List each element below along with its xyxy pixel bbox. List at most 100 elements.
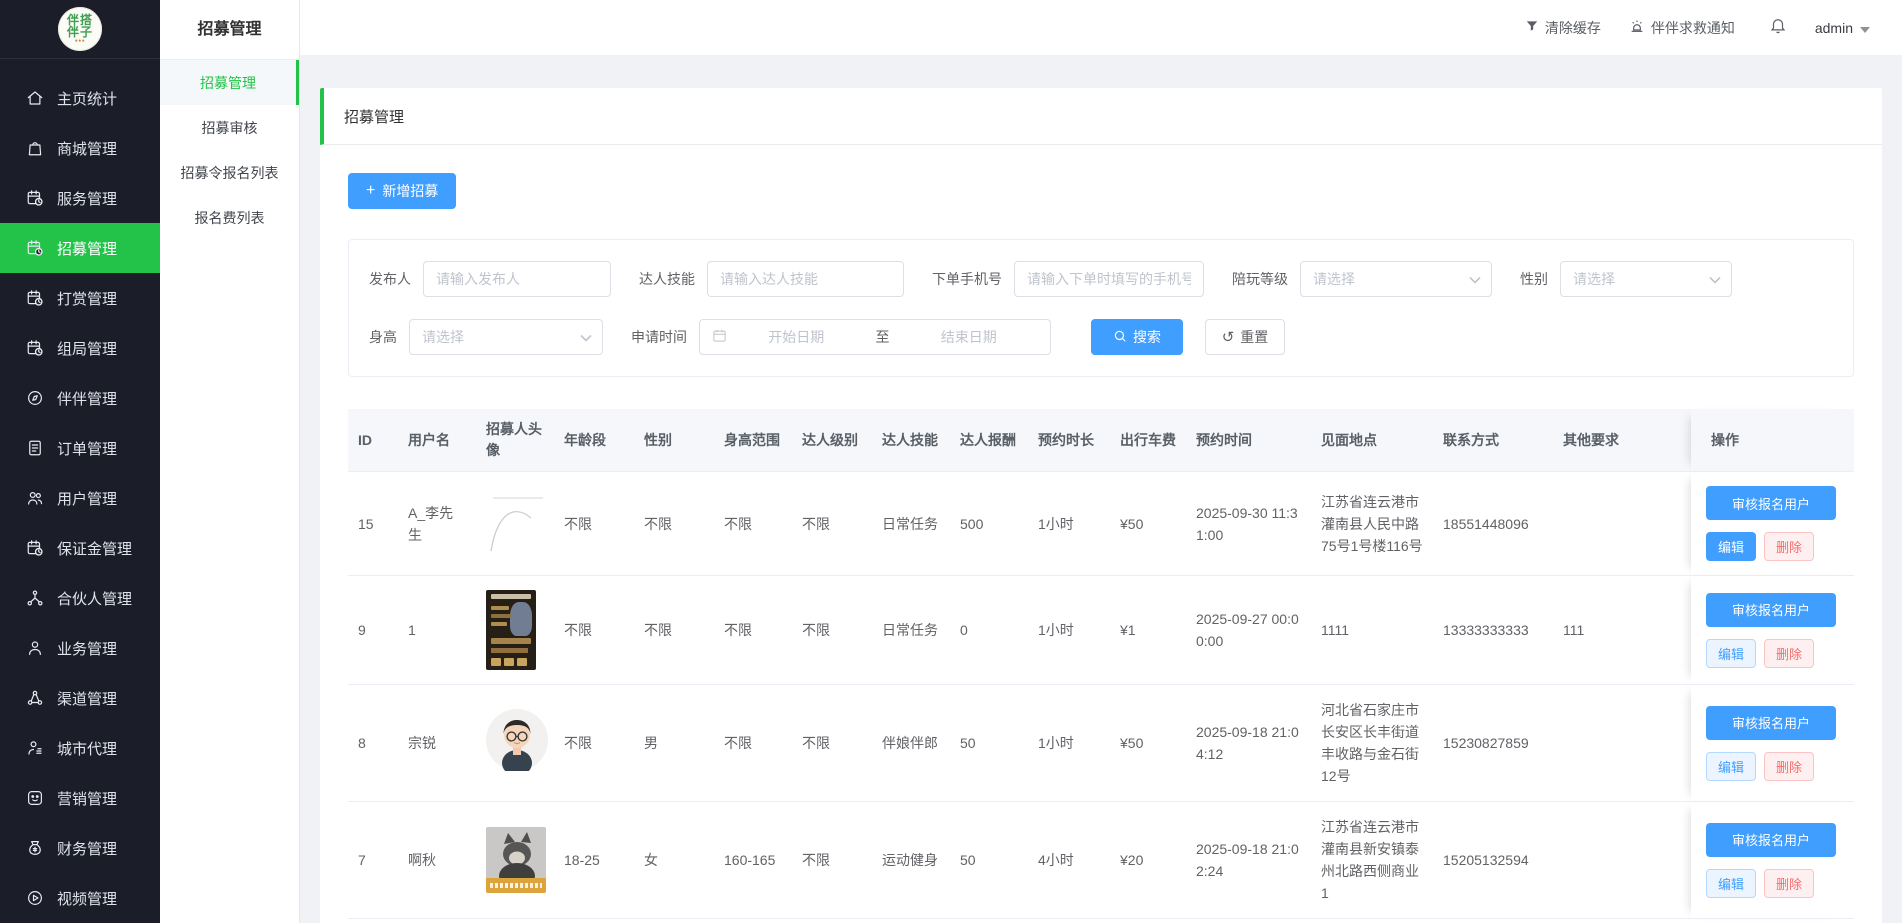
- filter-publisher: 发布人: [369, 261, 611, 297]
- delete-button[interactable]: 删除: [1764, 752, 1814, 781]
- sidebar-item-label: 打赏管理: [57, 288, 117, 309]
- cell-avatar: [476, 802, 554, 919]
- cell-id: 8: [348, 685, 398, 802]
- logo-subtext: ●●●: [75, 39, 86, 44]
- cell-skill: 运动健身: [872, 802, 950, 919]
- date-separator: 至: [866, 327, 900, 347]
- plus-icon: +: [366, 183, 375, 199]
- height-select[interactable]: 请选择: [409, 319, 603, 355]
- cell-time: 2025-09-30 11:31:00: [1186, 472, 1311, 576]
- cell-age: 不限: [554, 685, 634, 802]
- skill-input[interactable]: [707, 261, 904, 297]
- date-range-picker[interactable]: 开始日期 至 结束日期: [699, 319, 1051, 355]
- cell-other: [1553, 472, 1673, 576]
- search-button[interactable]: 搜索: [1091, 319, 1183, 355]
- sidebar-item-渠道管理[interactable]: 渠道管理: [0, 673, 160, 723]
- sidebar-item-label: 用户管理: [57, 488, 117, 509]
- cell-contact: 13333333333: [1433, 576, 1553, 685]
- submenu-item-招募审核[interactable]: 招募审核: [160, 105, 299, 150]
- add-recruit-label: 新增招募: [382, 181, 438, 201]
- clear-cache-button[interactable]: 清除缓存: [1525, 18, 1601, 38]
- notification-bell-icon[interactable]: [1769, 16, 1787, 39]
- search-label: 搜索: [1133, 327, 1161, 347]
- reset-icon: ↺: [1222, 330, 1235, 345]
- sidebar-item-业务管理[interactable]: 业务管理: [0, 623, 160, 673]
- sidebar-item-服务管理[interactable]: 服务管理: [0, 173, 160, 223]
- sidebar-item-商城管理[interactable]: 商城管理: [0, 123, 160, 173]
- cell-skill: 日常任务: [872, 576, 950, 685]
- cell-time: 2025-09-18 21:02:24: [1186, 802, 1311, 919]
- cell-actions: 审核报名用户编辑删除: [1691, 802, 1854, 919]
- filter-row-1: 发布人 达人技能 下单手机号: [369, 261, 1833, 297]
- submenu-item-招募令报名列表[interactable]: 招募令报名列表: [160, 150, 299, 195]
- page-title-bar: 招募管理: [320, 88, 1882, 145]
- column-header: 达人级别: [792, 409, 872, 472]
- delete-button[interactable]: 删除: [1764, 532, 1814, 561]
- publisher-input[interactable]: [423, 261, 611, 297]
- sidebar-item-label: 伴伴管理: [57, 388, 117, 409]
- sidebar-item-订单管理[interactable]: 订单管理: [0, 423, 160, 473]
- start-date-placeholder: 开始日期: [727, 327, 866, 347]
- sidebar: 伴搭 伴子 ●●● 主页统计商城管理服务管理招募管理打赏管理组局管理伴伴管理订单…: [0, 0, 160, 923]
- search-icon: [1113, 329, 1127, 346]
- gender-select[interactable]: 请选择: [1560, 261, 1732, 297]
- sidebar-item-组局管理[interactable]: 组局管理: [0, 323, 160, 373]
- edit-button[interactable]: 编辑: [1706, 869, 1756, 898]
- sidebar-item-label: 合伙人管理: [57, 588, 132, 609]
- order-phone-input[interactable]: [1014, 261, 1204, 297]
- admin-menu[interactable]: admin: [1815, 20, 1870, 36]
- edit-button[interactable]: 编辑: [1706, 639, 1756, 668]
- column-header: 达人技能: [872, 409, 950, 472]
- cell-address: 河北省石家庄市长安区长丰街道丰收路与金石街12号: [1311, 685, 1433, 802]
- sidebar-item-打赏管理[interactable]: 打赏管理: [0, 273, 160, 323]
- table-header-row: ID用户名招募人头像年龄段性别身高范围达人级别达人技能达人报酬预约时长出行车费预…: [348, 409, 1854, 472]
- calendar-clock-icon: [26, 239, 44, 257]
- edit-button[interactable]: 编辑: [1706, 752, 1756, 781]
- cell-age: 18-25: [554, 802, 634, 919]
- sidebar-item-label: 商城管理: [57, 138, 117, 159]
- users-icon: [26, 489, 44, 507]
- sidebar-item-视频管理[interactable]: 视频管理: [0, 873, 160, 923]
- column-header: ID: [348, 409, 398, 472]
- sidebar-item-用户管理[interactable]: 用户管理: [0, 473, 160, 523]
- reset-button[interactable]: ↺ 重置: [1205, 319, 1285, 355]
- delete-button[interactable]: 删除: [1764, 639, 1814, 668]
- column-header: 其他要求: [1553, 409, 1673, 472]
- column-header: 预约时间: [1186, 409, 1311, 472]
- avatar-poster-image: [486, 590, 536, 670]
- cell-avatar: [476, 685, 554, 802]
- cell-duration: 1小时: [1028, 685, 1110, 802]
- sidebar-item-伴伴管理[interactable]: 伴伴管理: [0, 373, 160, 423]
- shop-bag-icon: [26, 139, 44, 157]
- cell-filler: [1673, 472, 1691, 576]
- edit-button[interactable]: 编辑: [1706, 532, 1756, 561]
- column-filler: [1673, 409, 1691, 472]
- rescue-notice-button[interactable]: 伴伴求救通知: [1629, 18, 1735, 38]
- submenu-item-招募管理[interactable]: 招募管理: [160, 60, 299, 105]
- filter-order-phone: 下单手机号: [932, 261, 1204, 297]
- review-applicants-button[interactable]: 审核报名用户: [1706, 486, 1836, 520]
- sidebar-item-保证金管理[interactable]: 保证金管理: [0, 523, 160, 573]
- sidebar-item-主页统计[interactable]: 主页统计: [0, 73, 160, 123]
- review-applicants-button[interactable]: 审核报名用户: [1706, 706, 1836, 740]
- sidebar-item-城市代理[interactable]: 城市代理: [0, 723, 160, 773]
- clear-cache-label: 清除缓存: [1545, 18, 1601, 38]
- cell-level: 不限: [792, 576, 872, 685]
- cell-address: 江苏省连云港市灌南县新安镇泰州北路西侧商业1: [1311, 802, 1433, 919]
- sidebar-item-营销管理[interactable]: 营销管理: [0, 773, 160, 823]
- add-recruit-button[interactable]: + 新增招募: [348, 173, 456, 209]
- sidebar-item-财务管理[interactable]: 财务管理: [0, 823, 160, 873]
- delete-button[interactable]: 删除: [1764, 869, 1814, 898]
- play-level-select[interactable]: 请选择: [1300, 261, 1492, 297]
- rescue-notice-label: 伴伴求救通知: [1651, 18, 1735, 38]
- sidebar-item-合伙人管理[interactable]: 合伙人管理: [0, 573, 160, 623]
- column-header: 出行车费: [1110, 409, 1186, 472]
- review-applicants-button[interactable]: 审核报名用户: [1706, 593, 1836, 627]
- sidebar-item-招募管理[interactable]: 招募管理: [0, 223, 160, 273]
- submenu-item-报名费列表[interactable]: 报名费列表: [160, 195, 299, 240]
- cell-fee: ¥20: [1110, 802, 1186, 919]
- money-bag-icon: [26, 839, 44, 857]
- channel-icon: [26, 689, 44, 707]
- cell-reward: 50: [950, 685, 1028, 802]
- review-applicants-button[interactable]: 审核报名用户: [1706, 823, 1836, 857]
